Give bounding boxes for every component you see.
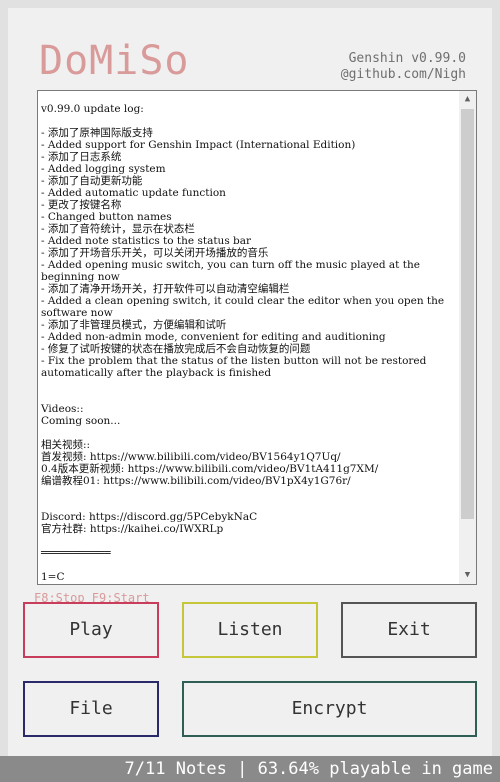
play-button-label: Play	[69, 619, 113, 640]
listen-button-label: Listen	[217, 619, 283, 640]
scroll-thumb[interactable]	[461, 109, 474, 519]
exit-button[interactable]: Exit	[341, 602, 477, 658]
encrypt-button-label: Encrypt	[291, 698, 368, 719]
exit-button-label: Exit	[387, 619, 431, 640]
file-button-label: File	[69, 698, 113, 719]
app-logo: DoMiSo	[39, 38, 190, 84]
version-info: Genshin v0.99.0 @github.com/Nigh	[341, 51, 466, 83]
repo-label: @github.com/Nigh	[340, 67, 466, 82]
play-button[interactable]: Play	[23, 602, 159, 658]
editor-content[interactable]: v0.99.0 update log: - 添加了原神国际版支持 - Added…	[41, 103, 461, 583]
status-bar: 7/11 Notes | 63.64% playable in game	[0, 756, 500, 782]
scroll-up-icon[interactable]: ▲	[459, 91, 476, 108]
editor-textarea[interactable]: v0.99.0 update log: - 添加了原神国际版支持 - Added…	[37, 90, 477, 585]
file-button[interactable]: File	[23, 681, 159, 737]
listen-button[interactable]: Listen	[182, 602, 318, 658]
main-window: DoMiSo Genshin v0.99.0 @github.com/Nigh …	[0, 0, 500, 782]
encrypt-button[interactable]: Encrypt	[182, 681, 477, 737]
scroll-down-icon[interactable]: ▼	[459, 567, 476, 584]
vertical-scrollbar[interactable]: ▲ ▼	[459, 91, 476, 584]
version-label: Genshin v0.99.0	[348, 51, 466, 66]
